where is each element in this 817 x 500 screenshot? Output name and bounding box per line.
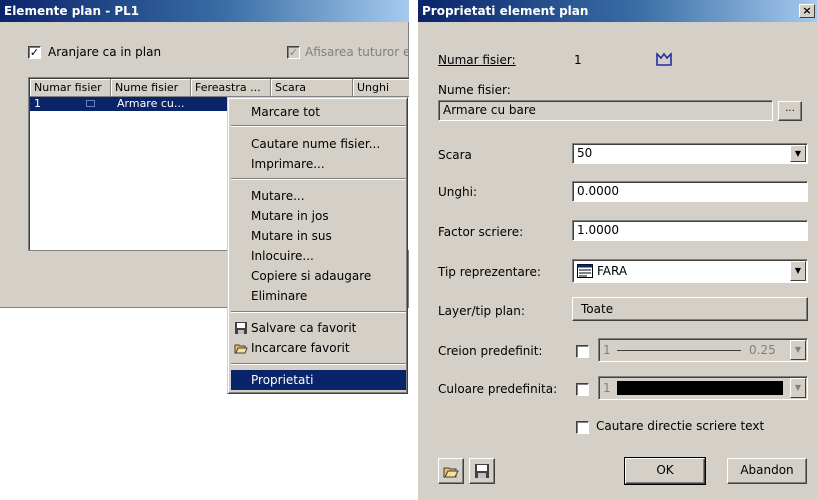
open-folder-icon bbox=[443, 467, 459, 478]
pen-dropdown: 1 0.25 ▼ bbox=[598, 338, 808, 362]
pen-label: Creion predefinit: bbox=[438, 344, 543, 358]
menu-item-label: Salvare ca favorit bbox=[251, 321, 357, 335]
chevron-down-icon[interactable]: ▼ bbox=[790, 145, 806, 162]
menu-separator bbox=[231, 311, 406, 313]
representation-dropdown[interactable]: FARA ▼ bbox=[572, 259, 808, 283]
row-name: Armare cu... bbox=[117, 97, 185, 110]
dialog-title: Proprietati element plan bbox=[422, 4, 589, 18]
menu-item-mark-all[interactable]: Marcare tot bbox=[231, 102, 406, 122]
file-number-value: 1 bbox=[574, 53, 582, 67]
arrange-label: Aranjare ca in plan bbox=[48, 45, 162, 59]
arrange-checkbox[interactable]: ✓ bbox=[28, 46, 41, 59]
save-icon bbox=[235, 322, 247, 334]
ok-button[interactable]: OK bbox=[624, 457, 706, 485]
pen-thickness: 0.25 bbox=[749, 343, 776, 357]
menu-item-load-favorite[interactable]: Incarcare favorit bbox=[231, 338, 406, 358]
browse-button[interactable]: ... bbox=[778, 101, 802, 121]
menu-item-move-up[interactable]: Mutare in sus bbox=[231, 226, 406, 246]
list-header: Numar fisier Nume fisier Fereastra ... S… bbox=[30, 79, 409, 97]
scale-value: 50 bbox=[577, 146, 593, 160]
angle-field[interactable]: 0.0000 bbox=[572, 181, 808, 202]
save-favorite-button[interactable] bbox=[469, 458, 495, 484]
representation-value: FARA bbox=[597, 264, 628, 278]
text-direction-label: Cautare directie scriere text bbox=[596, 419, 765, 433]
column-window[interactable]: Fereastra ... bbox=[191, 79, 271, 97]
close-button[interactable]: × bbox=[799, 4, 815, 18]
file-number-label: Numar fisier: bbox=[438, 53, 516, 67]
chevron-down-icon: ▼ bbox=[790, 378, 806, 398]
menu-item-delete[interactable]: Eliminare bbox=[231, 286, 406, 306]
file-name-field[interactable]: Armare cu bare bbox=[438, 100, 773, 121]
column-angle[interactable]: Unghi bbox=[353, 79, 409, 97]
show-all-checkbox: ✓ bbox=[287, 46, 300, 59]
context-menu: Marcare tot Cautare nume fisier... Impri… bbox=[227, 97, 408, 394]
menu-separator bbox=[231, 125, 406, 127]
scale-label: Scara bbox=[438, 148, 472, 162]
column-file-name[interactable]: Nume fisier bbox=[111, 79, 191, 97]
color-label: Culoare predefinita: bbox=[438, 382, 558, 396]
chevron-down-icon[interactable]: ▼ bbox=[790, 261, 806, 281]
elements-window-title: Elemente plan - PL1 bbox=[4, 4, 140, 18]
menu-item-move[interactable]: Mutare... bbox=[231, 186, 406, 206]
properties-dialog: Proprietati element plan × Numar fisier:… bbox=[417, 0, 817, 500]
cancel-button[interactable]: Abandon bbox=[727, 458, 807, 484]
menu-item-label: Incarcare favorit bbox=[251, 341, 350, 355]
layer-button[interactable]: Toate bbox=[572, 297, 808, 321]
angle-label: Unghi: bbox=[438, 185, 477, 199]
column-scale[interactable]: Scara bbox=[271, 79, 353, 97]
menu-item-move-down[interactable]: Mutare in jos bbox=[231, 206, 406, 226]
menu-item-properties[interactable]: Proprietati bbox=[231, 370, 406, 390]
text-direction-checkbox[interactable] bbox=[576, 421, 589, 434]
menu-separator bbox=[231, 363, 406, 365]
row-number: 1 bbox=[34, 97, 41, 110]
menu-item-print[interactable]: Imprimare... bbox=[231, 154, 406, 174]
write-factor-field[interactable]: 1.0000 bbox=[572, 220, 808, 241]
load-favorite-button[interactable] bbox=[438, 458, 464, 484]
file-type-icon bbox=[656, 52, 672, 66]
scale-dropdown[interactable]: 50 ▼ bbox=[572, 143, 808, 164]
pen-number: 1 bbox=[603, 343, 611, 357]
file-name-label: Nume fisier: bbox=[438, 83, 511, 97]
menu-item-copy-add[interactable]: Copiere si adaugare bbox=[231, 266, 406, 286]
menu-item-search-name[interactable]: Cautare nume fisier... bbox=[231, 134, 406, 154]
list-item[interactable]: 1 Armare cu... bbox=[30, 97, 240, 111]
file-number-label-text: Numar fisier: bbox=[438, 53, 516, 67]
open-folder-icon bbox=[234, 344, 248, 354]
menu-separator bbox=[231, 178, 406, 180]
color-swatch bbox=[617, 381, 783, 395]
menu-item-replace[interactable]: Inlocuire... bbox=[231, 246, 406, 266]
pen-checkbox[interactable] bbox=[576, 345, 589, 358]
menu-item-save-favorite[interactable]: Salvare ca favorit bbox=[231, 318, 406, 338]
file-icon bbox=[86, 100, 95, 107]
dialog-titlebar[interactable]: Proprietati element plan × bbox=[418, 0, 817, 22]
write-factor-label: Factor scriere: bbox=[438, 225, 524, 239]
color-dropdown: 1 ▼ bbox=[598, 376, 808, 400]
representation-icon bbox=[577, 264, 593, 278]
save-icon bbox=[475, 464, 489, 478]
pen-line-preview bbox=[617, 350, 741, 351]
chevron-down-icon: ▼ bbox=[790, 340, 806, 360]
representation-label: Tip reprezentare: bbox=[438, 265, 541, 279]
elements-window-titlebar[interactable]: Elemente plan - PL1 bbox=[0, 0, 409, 22]
layer-label: Layer/tip plan: bbox=[438, 304, 525, 318]
color-number: 1 bbox=[603, 381, 611, 395]
show-all-label: Afisarea tuturor ele bbox=[305, 45, 409, 59]
column-file-number[interactable]: Numar fisier bbox=[30, 79, 111, 97]
color-checkbox[interactable] bbox=[576, 383, 589, 396]
